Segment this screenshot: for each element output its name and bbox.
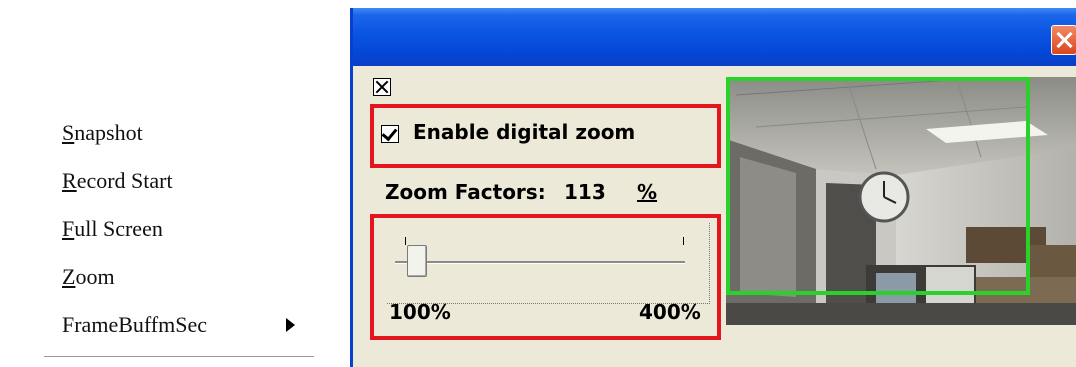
- checkmark-icon: [381, 124, 398, 142]
- slider-tick-max: [683, 237, 684, 245]
- menu-item-label: ull Screen: [74, 216, 163, 241]
- zoom-factors-label: Zoom Factors:: [385, 180, 546, 204]
- context-menu: Snapshot Record Start Full Screen Zoom F…: [0, 0, 340, 367]
- menu-item-zoom[interactable]: Zoom: [62, 264, 115, 290]
- zoom-region-box[interactable]: [726, 77, 1030, 295]
- slider-tick-min: [405, 237, 406, 245]
- zoom-factors-value: 113: [564, 180, 606, 204]
- zoom-slider[interactable]: [387, 223, 710, 304]
- menu-item-mnemonic: S: [62, 120, 75, 145]
- window-close-button[interactable]: [1051, 25, 1076, 55]
- panel-close-icon[interactable]: [373, 78, 391, 96]
- enable-digital-zoom-label[interactable]: Enable digital zoom: [413, 120, 635, 144]
- slider-track[interactable]: [395, 261, 685, 264]
- slider-thumb[interactable]: [407, 245, 428, 277]
- zoom-dialog: Enable digital zoom Zoom Factors: 113 % …: [350, 8, 1076, 367]
- menu-item-snapshot[interactable]: Snapshot: [62, 120, 143, 146]
- camera-preview: [726, 77, 1076, 325]
- submenu-arrow-icon: [286, 318, 295, 332]
- menu-separator: [44, 356, 314, 357]
- menu-item-mnemonic: F: [62, 216, 75, 241]
- menu-item-full-screen[interactable]: Full Screen: [62, 216, 163, 242]
- menu-item-record-start[interactable]: Record Start: [62, 168, 173, 194]
- enable-digital-zoom-checkbox[interactable]: [381, 124, 399, 143]
- slider-min-label: 100%: [389, 300, 451, 324]
- title-bar: [353, 8, 1076, 66]
- menu-item-label: oom: [75, 264, 115, 289]
- slider-max-label: 400%: [639, 300, 701, 324]
- menu-item-mnemonic: R: [62, 168, 77, 193]
- menu-item-framebuffmsec[interactable]: FrameBuffmSec: [62, 312, 207, 338]
- zoom-factors-unit: %: [637, 180, 658, 204]
- menu-item-label: napshot: [74, 120, 143, 145]
- menu-item-mnemonic: Z: [62, 264, 76, 289]
- menu-item-label: FrameBuffmSec: [62, 312, 208, 337]
- menu-item-label: ecord Start: [76, 168, 173, 193]
